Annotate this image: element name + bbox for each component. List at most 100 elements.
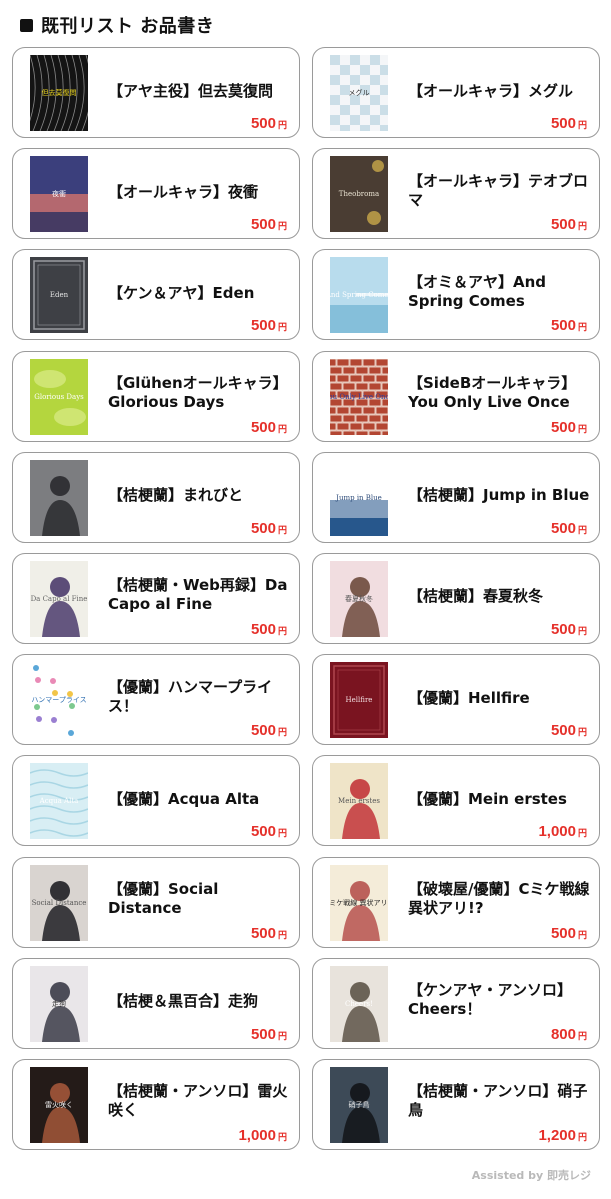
- book-card[interactable]: And Spring Comes 【オミ＆アヤ】And Spring Comes5…: [312, 249, 600, 341]
- cover-title-text: Cheers!: [345, 1000, 373, 1008]
- book-card[interactable]: 春夏秋冬 【桔梗蘭】春夏秋冬 500 円: [312, 552, 600, 644]
- book-title: 【オールキャラ】テオブロマ: [408, 171, 589, 209]
- book-title: 【ケン＆アヤ】Eden: [108, 283, 255, 302]
- price-value: 500: [250, 115, 276, 132]
- currency-unit: 円: [577, 524, 587, 535]
- book-price: 500 円: [251, 722, 287, 740]
- book-card[interactable]: 【桔梗蘭】まれびと 500 円: [12, 451, 300, 543]
- book-title: 【桔梗蘭・Web再録】Da Capo al Fine: [108, 576, 288, 614]
- cover-art: 春夏秋冬: [330, 560, 388, 637]
- book-title: 【Glühenオールキャラ】Glorious Days: [108, 374, 288, 412]
- book-title: 【優蘭】Acqua Alta: [108, 789, 260, 808]
- book-card[interactable]: Acqua Alta 【優蘭】Acqua Alta 500 円: [12, 755, 300, 847]
- currency-unit: 円: [577, 727, 587, 738]
- book-card[interactable]: You Only Live Once 【SideBオールキャラ】You Only …: [312, 350, 600, 442]
- book-cover-image: 春夏秋冬: [330, 560, 388, 637]
- cover-art: Cheers!: [330, 965, 388, 1042]
- cover-art: 雷火咲く: [30, 1066, 88, 1143]
- currency-unit: 円: [277, 1030, 287, 1041]
- book-card[interactable]: Cミケ戦線 異状アリ!? 【破壊屋/優蘭】Cミケ戦線 異状アリ!? 500円: [312, 856, 600, 948]
- book-cover-image: 夜衝: [30, 156, 88, 233]
- book-price: 500 円: [551, 621, 587, 639]
- price-value: 500: [550, 216, 576, 234]
- price-value: 500: [250, 620, 276, 638]
- book-card[interactable]: Mein erstes 【優蘭】Mein erstes 1,000 円: [312, 755, 600, 847]
- price-value: 500: [550, 722, 576, 740]
- currency-unit: 円: [277, 727, 287, 738]
- cover-art: Cミケ戦線 異状アリ!?: [330, 864, 388, 941]
- cover-art: 走狗: [30, 965, 88, 1042]
- book-cover-image: ハンマープライス: [30, 662, 88, 739]
- price-value: 1,200: [538, 1126, 576, 1144]
- book-cover-image: And Spring Comes: [330, 257, 388, 334]
- cover-art: Hellfire: [330, 662, 388, 739]
- cover-art: And Spring Comes: [330, 257, 388, 334]
- cover-title-text: You Only Live Once: [330, 393, 388, 401]
- book-card[interactable]: Cheers! 【ケンアヤ・アンソロ】Cheers！ 800 円: [312, 957, 600, 1049]
- price-value: 500: [250, 519, 276, 537]
- currency-unit: 円: [577, 322, 587, 333]
- book-card[interactable]: ハンマープライス 【優蘭】ハンマープライス！ 500 円: [12, 654, 300, 746]
- cover-art: 但去莫復問: [30, 55, 88, 131]
- price-value: 500: [550, 519, 576, 537]
- currency-unit: 円: [577, 625, 587, 636]
- price-value: 1,000: [538, 823, 576, 841]
- price-value: 500: [550, 924, 576, 942]
- book-card[interactable]: Eden 【ケン＆アヤ】Eden 500 円: [12, 249, 300, 341]
- book-card[interactable]: 硝子鳥 【桔梗蘭・アンソロ】硝子鳥 1,200 円: [312, 1058, 600, 1150]
- book-cover-image: Theobroma: [330, 156, 388, 233]
- book-card[interactable]: 走狗 【桔梗＆黒百合】走狗 500 円: [12, 957, 300, 1049]
- book-title: 【優蘭】Mein erstes: [408, 789, 567, 808]
- book-price: 1,000 円: [238, 1127, 287, 1145]
- currency-unit: 円: [277, 1131, 287, 1142]
- book-title: 【桔梗蘭・アンソロ】雷火咲く: [108, 1082, 288, 1120]
- currency-unit: 円: [277, 828, 287, 839]
- book-card[interactable]: Theobroma 【オールキャラ】テオブロマ 500 円: [312, 148, 600, 240]
- book-price: 500 円: [251, 823, 287, 841]
- book-price: 500 円: [251, 419, 287, 437]
- book-card[interactable]: Jump in Blue 【桔梗蘭】Jump in Blue 500 円: [312, 451, 600, 543]
- book-cover-image: メグル: [330, 55, 388, 131]
- price-value: 800: [550, 1025, 576, 1043]
- book-card[interactable]: Social Distance 【優蘭】Social Distance 500 円: [12, 856, 300, 948]
- book-card[interactable]: 但去莫復問 【アヤ主役】但去莫復問 500 円: [12, 47, 300, 138]
- cover-title-text: 夜衝: [52, 189, 66, 198]
- book-cover-image: Mein erstes: [330, 763, 388, 840]
- book-card[interactable]: Da Capo al Fine 【桔梗蘭・Web再録】Da Capo al Fin…: [12, 552, 300, 644]
- cover-title-text: Hellfire: [346, 696, 373, 704]
- book-card[interactable]: Hellfire 【優蘭】Hellfire 500 円: [312, 654, 600, 746]
- book-cover-image: Da Capo al Fine: [30, 560, 88, 637]
- cover-title-text: Jump in Blue: [335, 494, 382, 502]
- currency-unit: 円: [577, 1030, 587, 1041]
- book-card[interactable]: メグル 【オールキャラ】メグル 500 円: [312, 47, 600, 138]
- book-card[interactable]: Glorious Days 【Glühenオールキャラ】Glorious Days…: [12, 350, 300, 442]
- book-cover-image: Acqua Alta: [30, 763, 88, 840]
- cover-title-text: 走狗: [52, 999, 66, 1008]
- book-title: 【オミ＆アヤ】And Spring Comes: [408, 272, 547, 310]
- price-value: 500: [250, 823, 276, 841]
- book-title: 【アヤ主役】但去莫復問: [108, 81, 274, 100]
- book-price: 1,000 円: [538, 823, 587, 841]
- book-title: 【桔梗蘭・アンソロ】硝子鳥: [408, 1082, 588, 1120]
- price-value: 500: [550, 115, 576, 132]
- book-price: 500 円: [551, 925, 587, 943]
- cover-title-text: 春夏秋冬: [345, 594, 373, 603]
- book-price: 500 円: [551, 317, 587, 335]
- cover-title-text: 但去莫復問: [42, 88, 77, 97]
- cover-art: Acqua Alta: [30, 763, 88, 840]
- price-value: 500: [550, 620, 576, 638]
- page-title: 既刊リスト お品書き: [41, 16, 215, 37]
- cover-title-text: Eden: [50, 291, 69, 299]
- book-price: 500 円: [251, 520, 287, 538]
- cover-art: Eden: [30, 257, 88, 334]
- cover-title-text: Cミケ戦線 異状アリ!?: [330, 898, 388, 907]
- cover-title-text: And Spring Comes: [330, 291, 388, 299]
- cover-art: Glorious Days: [30, 358, 88, 435]
- book-price: 500 円: [551, 115, 587, 133]
- book-price: 500 円: [551, 419, 587, 437]
- currency-unit: 円: [577, 120, 587, 130]
- book-card[interactable]: 雷火咲く 【桔梗蘭・アンソロ】雷火咲く 1,000 円: [12, 1058, 300, 1150]
- currency-unit: 円: [577, 221, 587, 232]
- book-card[interactable]: 夜衝 【オールキャラ】夜衝 500 円: [12, 148, 300, 240]
- book-title: 【オールキャラ】メグル: [408, 81, 574, 100]
